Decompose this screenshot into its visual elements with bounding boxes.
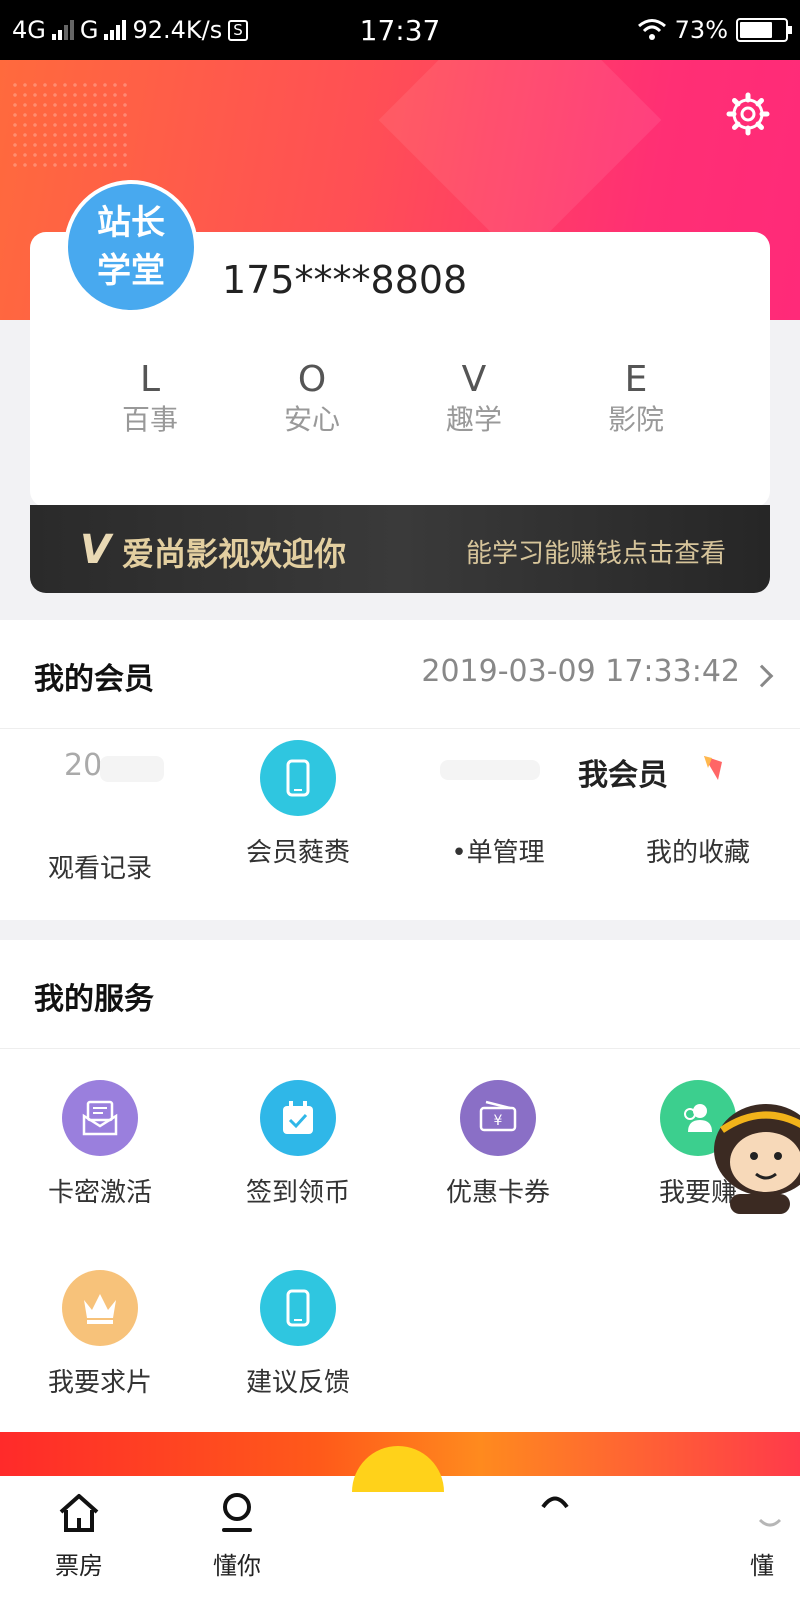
crown-icon bbox=[62, 1270, 138, 1346]
user-icon bbox=[541, 1496, 569, 1509]
tab-label: 懂 bbox=[750, 1552, 774, 1580]
service-label: 我要求片 bbox=[47, 1368, 152, 1398]
service-label: 卡密激活 bbox=[47, 1178, 152, 1208]
user-icon bbox=[758, 1518, 782, 1527]
svg-text:¥: ¥ bbox=[494, 1113, 503, 1129]
calendar-check-icon bbox=[260, 1080, 336, 1156]
tab-hidden[interactable] bbox=[500, 1490, 610, 1540]
avatar-line-1: 站长 bbox=[97, 203, 165, 243]
banner-cta[interactable]: 能学习能赚钱点击查看 bbox=[466, 533, 726, 570]
love-letter: O bbox=[297, 359, 327, 400]
member-item-history[interactable]: 观看记录 bbox=[0, 740, 200, 885]
battery-percent: 73% bbox=[674, 16, 728, 44]
tab-label: 票房 bbox=[55, 1552, 103, 1580]
love-item-e: E 影院 bbox=[576, 360, 696, 440]
envelope-icon bbox=[62, 1080, 138, 1156]
services-title: 我的服务 bbox=[34, 982, 154, 1017]
member-item-renew[interactable]: 会员蕤赉 bbox=[198, 740, 398, 869]
tab-box-office[interactable]: 票房 bbox=[24, 1490, 134, 1581]
tab-partial[interactable]: 懂 bbox=[750, 1490, 800, 1581]
service-coupons[interactable]: ¥ 优惠卡券 bbox=[398, 1080, 598, 1209]
tab-bar: 票房 懂你 懂 bbox=[0, 1446, 800, 1600]
love-letter: E bbox=[624, 359, 648, 400]
service-checkin[interactable]: 签到领币 bbox=[198, 1080, 398, 1209]
favorites-icon bbox=[660, 740, 736, 816]
love-word: 百事 bbox=[121, 403, 178, 436]
coupon-icon: ¥ bbox=[460, 1080, 536, 1156]
order-icon bbox=[460, 740, 536, 816]
service-label: 签到领币 bbox=[245, 1178, 350, 1208]
love-row: L 百事 O 安心 V 趣学 E 影院 bbox=[30, 360, 770, 450]
battery-icon bbox=[736, 18, 792, 42]
phone-icon bbox=[260, 740, 336, 816]
v-logo-icon: V bbox=[80, 527, 111, 573]
banner-welcome: 爱尚影视欢迎你 bbox=[122, 535, 347, 573]
monkey-mascot-icon[interactable] bbox=[706, 1090, 800, 1220]
wifi-icon bbox=[637, 19, 666, 40]
services-section: 我的服务 卡密激活 签到领币 ¥ 优惠卡券 我要赚 我要求片 建议反馈 bbox=[0, 940, 800, 1432]
home-icon bbox=[59, 1494, 99, 1532]
avatar[interactable]: 站长 学堂 bbox=[64, 180, 198, 314]
tab-label: 懂你 bbox=[213, 1552, 261, 1580]
user-icon bbox=[222, 1493, 252, 1532]
divider bbox=[0, 1048, 800, 1049]
service-card-activate[interactable]: 卡密激活 bbox=[0, 1080, 200, 1209]
history-icon bbox=[62, 740, 138, 816]
welcome-banner[interactable]: V 爱尚影视欢迎你 能学习能赚钱点击查看 bbox=[30, 505, 770, 593]
service-label: 优惠卡券 bbox=[445, 1178, 550, 1208]
member-item-label: 会员蕤赉 bbox=[245, 838, 350, 868]
love-letter: V bbox=[461, 359, 487, 400]
membership-section: 我的会员 2019-03-09 17:33:42 20 我会员 观看记录 会员蕤… bbox=[0, 620, 800, 920]
member-item-label: 我的收藏 bbox=[645, 838, 750, 868]
love-item-l: L 百事 bbox=[90, 360, 210, 440]
love-word: 安心 bbox=[283, 403, 340, 436]
love-item-o: O 安心 bbox=[252, 360, 372, 440]
membership-expire[interactable]: 2019-03-09 17:33:42 bbox=[421, 654, 740, 689]
status-bar: 4G G 92.4K/s S 17:37 73% bbox=[0, 0, 800, 60]
love-word: 趣学 bbox=[445, 403, 502, 436]
service-label: 建议反馈 bbox=[245, 1368, 350, 1398]
service-request[interactable]: 我要求片 bbox=[0, 1270, 200, 1399]
chevron-right-icon[interactable] bbox=[750, 664, 774, 688]
gear-icon[interactable] bbox=[726, 92, 770, 136]
member-item-label: 观看记录 bbox=[47, 854, 152, 884]
user-phone[interactable]: 175****8808 bbox=[222, 258, 467, 302]
membership-title: 我的会员 bbox=[34, 662, 154, 697]
service-feedback[interactable]: 建议反馈 bbox=[198, 1270, 398, 1399]
divider bbox=[0, 728, 800, 729]
tab-know-you[interactable]: 懂你 bbox=[182, 1490, 292, 1581]
member-item-label: •单管理 bbox=[451, 838, 545, 868]
header-dots-decoration bbox=[10, 80, 130, 170]
member-item-orders[interactable]: •单管理 bbox=[398, 740, 598, 869]
love-item-v: V 趣学 bbox=[414, 360, 534, 440]
avatar-line-2: 学堂 bbox=[97, 251, 165, 291]
love-word: 影院 bbox=[607, 403, 664, 436]
love-letter: L bbox=[139, 359, 161, 400]
member-item-favorites[interactable]: 我的收藏 bbox=[598, 740, 798, 869]
phone-feedback-icon bbox=[260, 1270, 336, 1346]
status-right: 73% bbox=[637, 16, 792, 44]
